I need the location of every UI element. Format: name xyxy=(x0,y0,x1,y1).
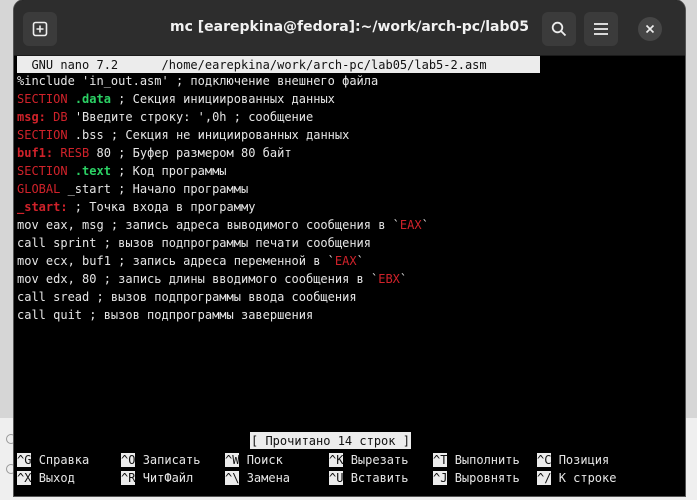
menu-icon xyxy=(594,23,608,35)
code-keyword: SECTION xyxy=(17,128,68,142)
shortcut-key: ^U xyxy=(329,471,344,485)
code-line-3: msg: DB 'Введите строку: ',0h ; сообщени… xyxy=(17,108,313,126)
shortcut-justify[interactable]: ^J Выровнять xyxy=(433,469,520,487)
code-text: ` xyxy=(356,254,364,268)
shortcut-key: ^G xyxy=(17,453,32,467)
shortcut-label: Вырезать xyxy=(350,453,409,467)
shortcut-key: ^/ xyxy=(537,471,552,485)
shortcut-cut[interactable]: ^K Вырезать xyxy=(329,451,408,469)
code-text: mov eax, msg ; запись адреса выводимого … xyxy=(17,218,400,232)
code-register: EAX xyxy=(399,218,422,232)
shortcut-label: Выровнять xyxy=(454,471,520,485)
code-text: ` xyxy=(399,272,408,286)
code-label: msg: xyxy=(17,110,46,124)
menu-button[interactable] xyxy=(584,12,618,46)
code-text: mov edx, 80 ; запись длины вводимого соо… xyxy=(17,272,379,286)
shortcut-key: ^J xyxy=(433,471,448,485)
code-line-2: SECTION .data ; Секция инициированных да… xyxy=(17,90,335,108)
shortcut-label: Замена xyxy=(246,471,291,485)
shortcut-label: ЧитФайл xyxy=(142,471,194,485)
shortcut-label: Поиск xyxy=(246,453,283,467)
shortcut-key: ^\ xyxy=(225,471,240,485)
shortcut-key: ^W xyxy=(225,453,240,467)
code-line-13: call sread ; вызов подпрограммы ввода со… xyxy=(17,288,357,306)
code-line-5: buf1: RESB 80 ; Буфер размером 80 байт xyxy=(17,144,292,162)
shortcut-label: Выход xyxy=(38,471,75,485)
code-text: ; Секция инициированных данных xyxy=(110,92,335,106)
nano-header: GNU nano 7.2 /home/earepkina/work/arch-p… xyxy=(17,56,540,73)
shortcut-exit[interactable]: ^X Выход xyxy=(17,469,75,487)
shortcut-replace[interactable]: ^\ Замена xyxy=(225,469,290,487)
code-text: _start ; Начало программы xyxy=(60,182,249,196)
shortcut-execute[interactable]: ^T Выполнить xyxy=(433,451,520,469)
code-line-4: SECTION .bss ; Секция не инициированных … xyxy=(17,126,349,144)
code-register: EBX xyxy=(378,272,400,286)
nano-version: GNU nano 7.2 xyxy=(17,58,119,72)
shortcut-key: ^R xyxy=(121,471,136,485)
code-line-8: _start: ; Точка входа в программу xyxy=(17,198,255,216)
shortcut-key: ^C xyxy=(537,453,552,467)
shortcut-label: Выполнить xyxy=(454,453,520,467)
search-button[interactable] xyxy=(542,12,576,46)
code-text: 'Введите строку: ',0h ; сообщение xyxy=(67,110,314,124)
code-line-9: mov eax, msg ; запись адреса выводимого … xyxy=(17,216,429,234)
code-text: call quit ; вызов подпрограммы завершени… xyxy=(17,308,314,322)
code-line-7: GLOBAL _start ; Начало программы xyxy=(17,180,248,198)
code-text: ` xyxy=(421,218,429,232)
shortcut-key: ^O xyxy=(121,453,136,467)
code-label: buf1: xyxy=(17,146,54,160)
shortcut-label: Позиция xyxy=(558,453,610,467)
code-line-1: %include 'in_out.asm' ; подключение внеш… xyxy=(17,72,378,90)
code-line-12: mov edx, 80 ; запись длины вводимого соо… xyxy=(17,270,407,288)
shortcut-help[interactable]: ^G Справка xyxy=(17,451,89,469)
code-line-14: call quit ; вызов подпрограммы завершени… xyxy=(17,306,313,324)
shortcut-label: К строке xyxy=(558,471,617,485)
code-keyword: SECTION xyxy=(17,164,68,178)
code-text: %include 'in_out.asm' ; подключение внеш… xyxy=(17,74,379,88)
shortcut-write[interactable]: ^O Записать xyxy=(121,451,200,469)
code-text: .bss ; Секция не инициированных данных xyxy=(67,128,350,142)
code-text: mov ecx, buf1 ; запись адреса переменной… xyxy=(17,254,335,268)
shortcut-key: ^X xyxy=(17,471,32,485)
shortcut-read-file[interactable]: ^R ЧитФайл xyxy=(121,469,193,487)
shortcut-key: ^T xyxy=(433,453,448,467)
code-directive: .data xyxy=(74,92,111,106)
code-keyword: GLOBAL xyxy=(17,182,61,196)
code-register: EAX xyxy=(334,254,357,268)
shortcut-paste[interactable]: ^U Вставить xyxy=(329,469,408,487)
shortcut-key: ^K xyxy=(329,453,344,467)
close-button[interactable] xyxy=(638,17,662,41)
code-directive: .text xyxy=(74,164,111,178)
code-line-10: call sprint ; вызов подпрограммы печати … xyxy=(17,234,371,252)
code-text: 80 ; Буфер размером 80 байт xyxy=(89,146,292,160)
close-icon xyxy=(645,24,655,34)
shortcut-label: Записать xyxy=(142,453,201,467)
shortcut-position[interactable]: ^C Позиция xyxy=(537,451,609,469)
shortcut-search[interactable]: ^W Поиск xyxy=(225,451,283,469)
code-text: ; Точка входа в программу xyxy=(67,200,256,214)
code-text: call sread ; вызов подпрограммы ввода со… xyxy=(17,290,357,304)
nano-status-message: [ Прочитано 14 строк ] xyxy=(250,432,411,449)
code-keyword: DB xyxy=(53,110,68,124)
search-icon xyxy=(551,21,567,37)
shortcut-goto-line[interactable]: ^/ К строке xyxy=(537,469,616,487)
code-label: _start: xyxy=(17,200,68,214)
shortcut-label: Вставить xyxy=(350,471,409,485)
shortcut-label: Справка xyxy=(38,453,90,467)
nano-file-path: /home/earepkina/work/arch-pc/lab05/lab5-… xyxy=(161,58,487,72)
code-line-11: mov ecx, buf1 ; запись адреса переменной… xyxy=(17,252,364,270)
code-keyword: RESB xyxy=(60,146,90,160)
terminal-area[interactable]: GNU nano 7.2 /home/earepkina/work/arch-p… xyxy=(14,56,685,496)
titlebar: mc [earepkina@fedora]:~/work/arch-pc/lab… xyxy=(14,0,685,56)
code-text: ; Код программы xyxy=(110,164,227,178)
terminal-window: mc [earepkina@fedora]:~/work/arch-pc/lab… xyxy=(14,0,685,496)
code-text: call sprint ; вызов подпрограммы печати … xyxy=(17,236,372,250)
code-line-6: SECTION .text ; Код программы xyxy=(17,162,227,180)
code-keyword: SECTION xyxy=(17,92,68,106)
